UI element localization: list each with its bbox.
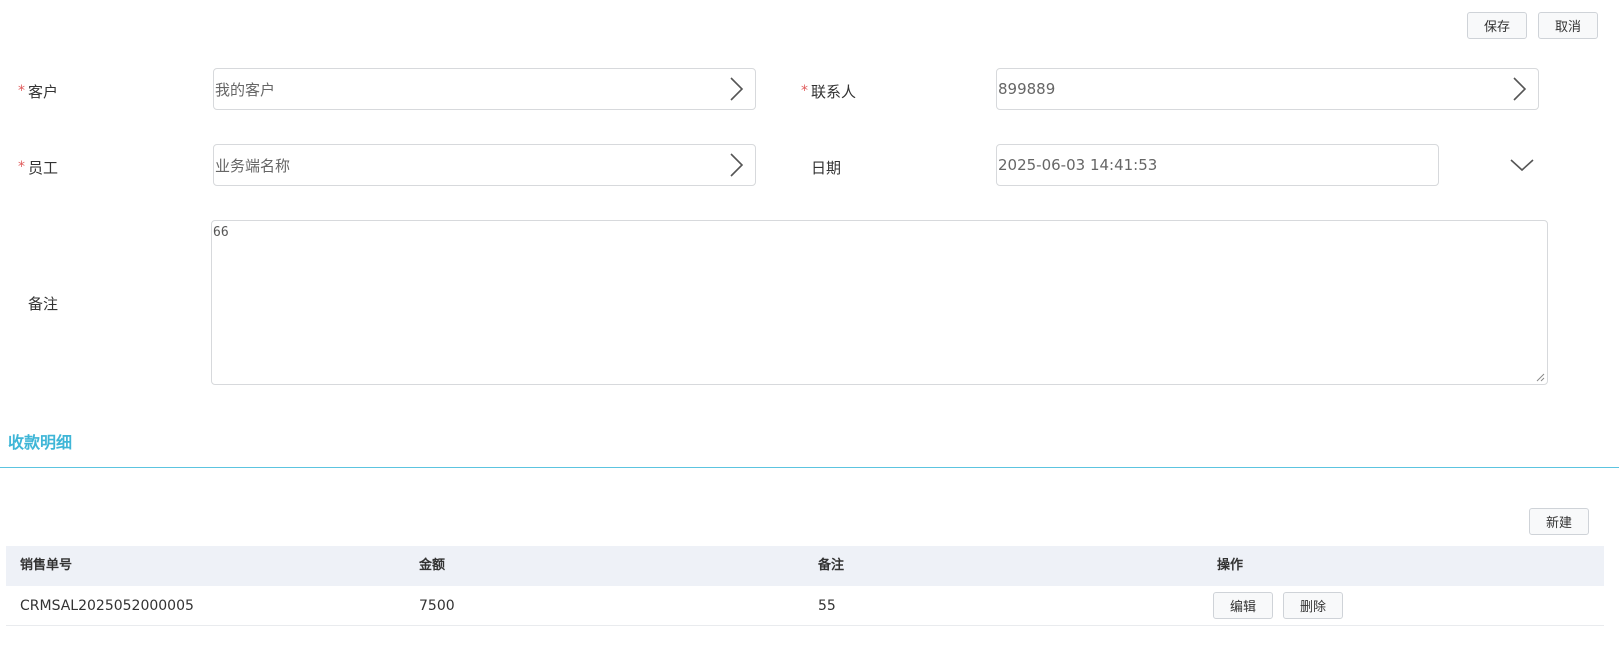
date-field[interactable]: 2025-06-03 14:41:53 [996,144,1439,186]
contact-field[interactable]: 899889 [996,68,1539,110]
section-divider [0,467,1619,468]
cell-remark: 55 [818,598,836,614]
contact-label-text: 联系人 [811,82,857,101]
required-mark: * [18,159,25,175]
remark-label: 备注 [28,292,58,314]
column-header-remark: 备注 [818,558,845,573]
employee-value: 业务端名称 [215,156,291,175]
customer-field[interactable]: 我的客户 [213,68,756,110]
cancel-button[interactable]: 取消 [1538,12,1598,39]
required-mark: * [18,83,25,99]
contact-label: * 联系人 [801,80,856,102]
employee-label-text: 员工 [28,158,59,177]
date-label: 日期 [811,156,841,178]
employee-field[interactable]: 业务端名称 [213,144,756,186]
column-header-amount: 金额 [419,558,446,573]
remark-textarea[interactable]: 66 [211,220,1548,385]
chevron-right-icon [730,77,744,101]
chevron-down-icon[interactable] [1509,157,1535,173]
column-header-order-no: 销售单号 [20,558,73,573]
remark-label-text: 备注 [28,294,59,313]
date-label-text: 日期 [811,158,842,177]
chevron-right-icon [730,153,744,177]
customer-label-text: 客户 [28,82,59,101]
table-header: 销售单号 金额 备注 操作 [6,546,1604,586]
required-mark: * [801,83,808,99]
column-header-actions: 操作 [1217,558,1244,573]
edit-button[interactable]: 编辑 [1213,592,1273,619]
table-row: CRMSAL2025052000005 7500 55 编辑 删除 [6,586,1604,626]
section-title: 收款明细 [8,433,73,452]
save-button[interactable]: 保存 [1467,12,1527,39]
employee-label: * 员工 [18,156,58,178]
new-button[interactable]: 新建 [1529,508,1589,535]
cell-amount: 7500 [419,598,455,614]
contact-value: 899889 [998,80,1056,98]
delete-button[interactable]: 删除 [1283,592,1343,619]
resize-handle-icon[interactable] [1536,373,1545,382]
date-value: 2025-06-03 14:41:53 [998,156,1158,174]
customer-label: * 客户 [18,80,58,102]
customer-value: 我的客户 [215,80,276,99]
cell-order-no: CRMSAL2025052000005 [20,598,194,614]
chevron-right-icon [1513,77,1527,101]
remark-value: 66 [213,225,229,240]
